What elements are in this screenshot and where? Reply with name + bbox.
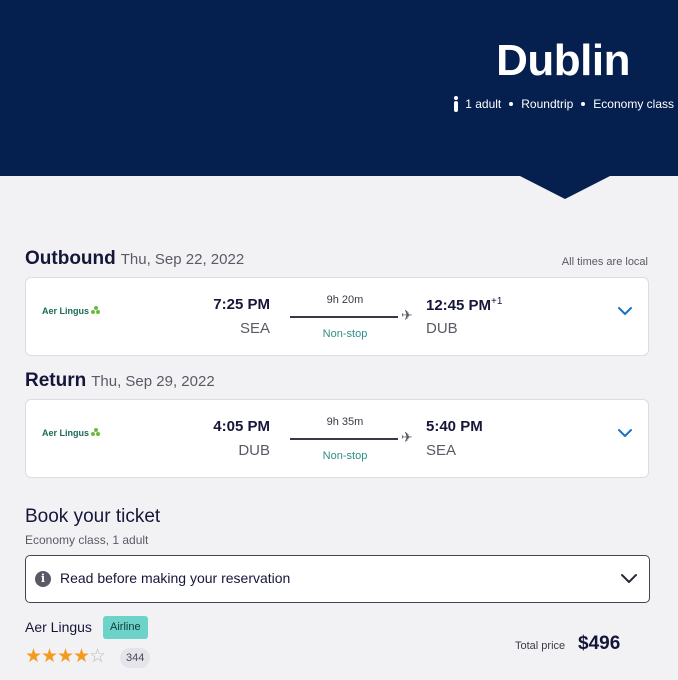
person-icon [453, 96, 459, 112]
reservation-notice-text: Read before making your reservation [60, 570, 291, 586]
route-line [290, 316, 398, 318]
chevron-down-icon[interactable] [618, 426, 632, 440]
airline-badge: Airline [103, 616, 148, 639]
trip-summary: 1 adult Roundtrip Economy class [453, 96, 674, 112]
book-ticket-subtitle: Economy class, 1 adult [25, 533, 149, 547]
return-flight-card[interactable]: Aer Lingus 4:05 PM DUB 9h 35m ✈ Non-stop… [25, 399, 649, 478]
info-icon: i [35, 571, 51, 587]
arrival-time: 12:45 PM+1 [426, 296, 502, 314]
return-label: Return [25, 370, 87, 391]
return-heading: Return Thu, Sep 29, 2022 [25, 370, 215, 392]
departure-airport: SEA [239, 320, 270, 337]
star-filled-icon: ★ [73, 645, 91, 667]
destination-hero: Dublin 1 adult Roundtrip Economy class [0, 0, 678, 176]
star-empty-icon: ☆ [89, 645, 107, 667]
day-offset: +1 [491, 296, 503, 307]
total-price: $496 [578, 633, 621, 654]
provider-airline-name: Aer Lingus [25, 619, 92, 635]
book-ticket-title: Book your ticket [25, 506, 161, 527]
arrival-airport: DUB [426, 320, 458, 337]
shamrock-icon [91, 306, 101, 316]
rating-stars: ★ ★ ★ ★ ☆ [25, 645, 107, 667]
airline-logo-text: Aer Lingus [42, 306, 90, 316]
hero-notch [518, 175, 612, 199]
total-price-label: Total price [515, 640, 566, 652]
chevron-down-icon[interactable] [621, 572, 637, 586]
flight-duration: 9h 20m [326, 294, 364, 306]
departure-time: 7:25 PM [213, 296, 270, 313]
aer-lingus-logo: Aer Lingus [42, 428, 101, 438]
plane-icon: ✈ [401, 307, 413, 323]
local-times-note: All times are local [561, 256, 648, 268]
return-date: Thu, Sep 29, 2022 [91, 373, 215, 390]
arrival-time: 5:40 PM [426, 418, 483, 435]
chevron-down-icon[interactable] [618, 304, 632, 318]
route-line [290, 438, 398, 440]
departure-airport: DUB [238, 442, 270, 459]
trip-type: Roundtrip [521, 97, 574, 111]
destination-title: Dublin [496, 36, 630, 85]
review-count[interactable]: 344 [120, 648, 151, 668]
plane-icon: ✈ [401, 429, 413, 445]
shamrock-icon [91, 428, 101, 438]
outbound-heading: Outbound Thu, Sep 22, 2022 [25, 248, 244, 270]
separator-dot [581, 102, 586, 106]
arrival-time-value: 12:45 PM [426, 297, 492, 314]
aer-lingus-logo: Aer Lingus [42, 306, 101, 316]
star-filled-icon: ★ [41, 645, 59, 667]
stops-info: Non-stop [322, 450, 368, 462]
star-filled-icon: ★ [25, 645, 43, 667]
cabin-class: Economy class [593, 97, 674, 111]
stops-info: Non-stop [322, 328, 368, 340]
departure-time: 4:05 PM [213, 418, 270, 435]
airline-logo-text: Aer Lingus [42, 428, 90, 438]
star-filled-icon: ★ [57, 645, 75, 667]
arrival-airport: SEA [426, 442, 457, 459]
reservation-notice-dropdown[interactable]: i Read before making your reservation [25, 555, 650, 603]
outbound-label: Outbound [25, 248, 116, 269]
outbound-flight-card[interactable]: Aer Lingus 7:25 PM SEA 9h 20m ✈ Non-stop… [25, 277, 649, 356]
flight-duration: 9h 35m [326, 416, 364, 428]
passenger-count: 1 adult [465, 97, 502, 111]
separator-dot [509, 102, 514, 106]
outbound-date: Thu, Sep 22, 2022 [120, 251, 245, 268]
